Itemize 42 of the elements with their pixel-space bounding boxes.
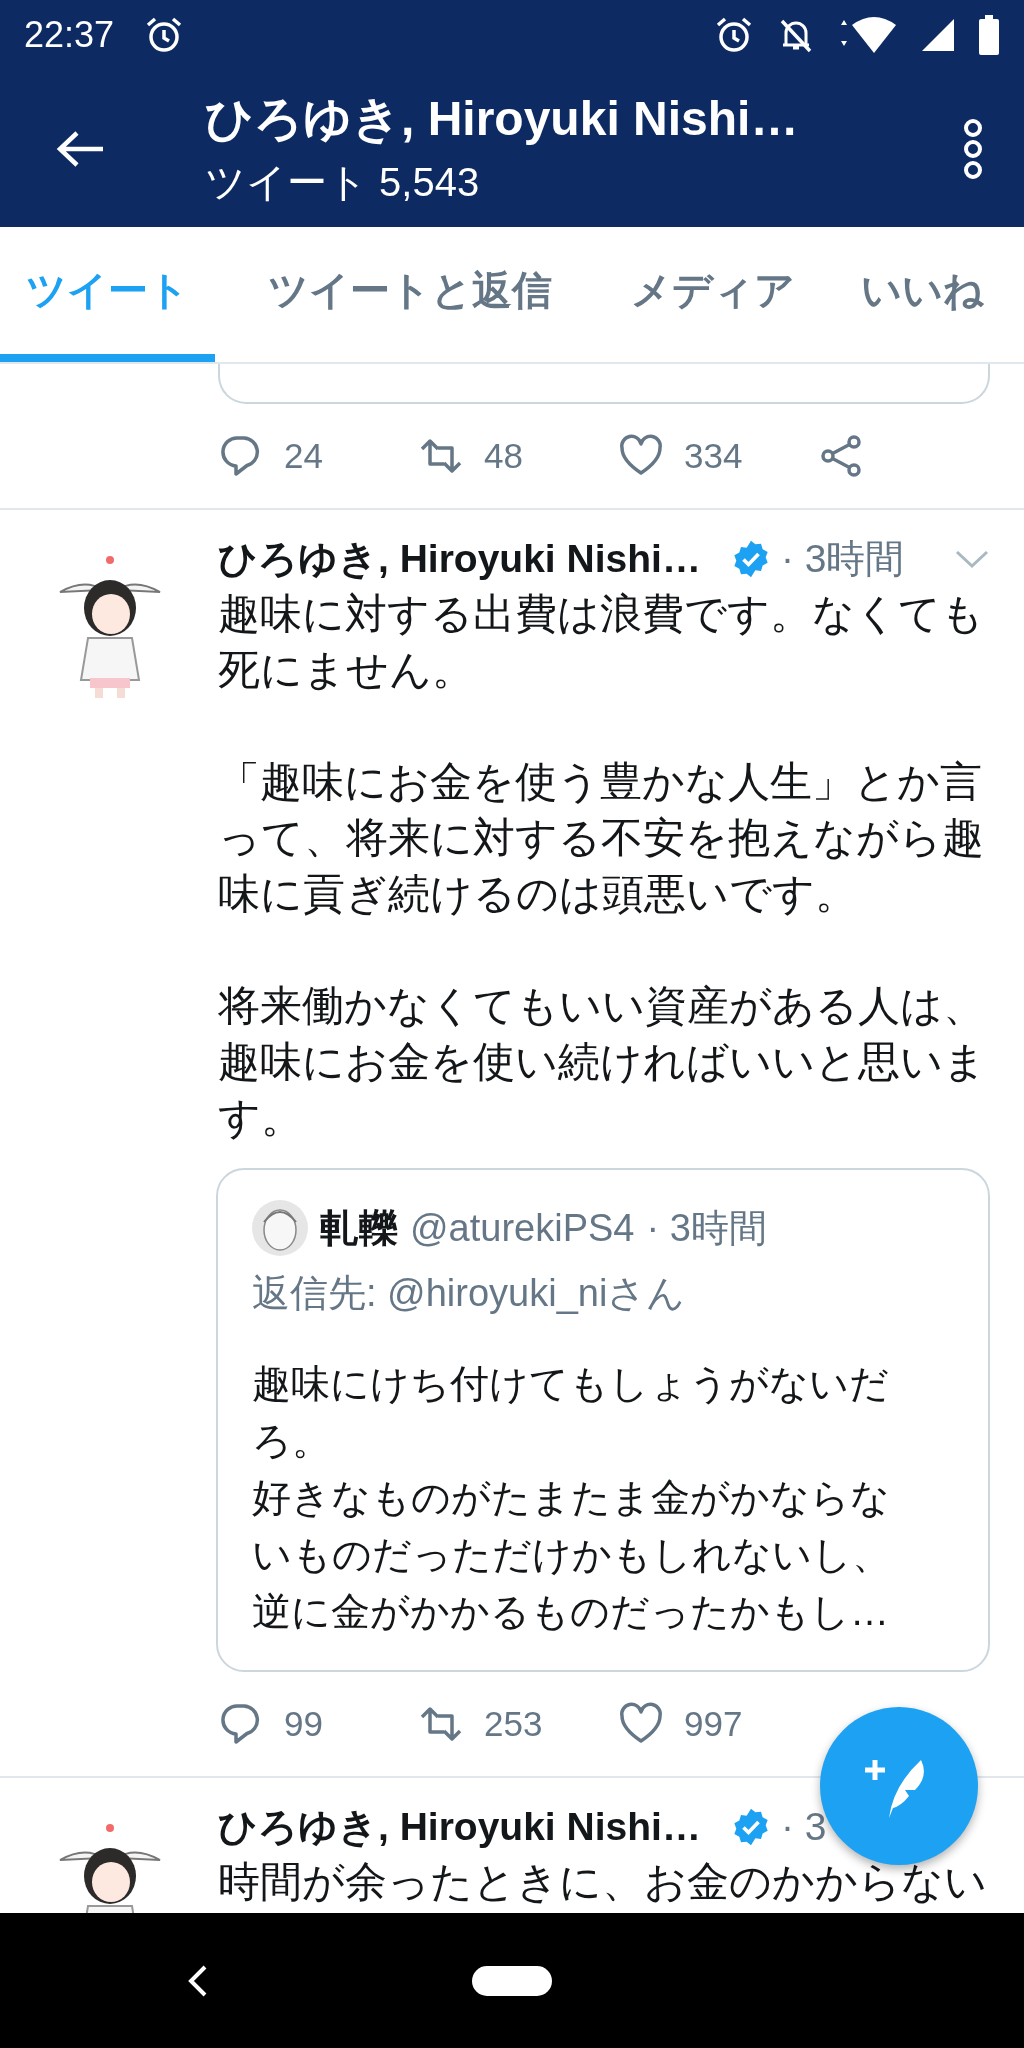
more-options-icon[interactable] xyxy=(962,118,984,179)
author-name: ひろゆき, Hiroyuki Nishi… xyxy=(218,1804,701,1850)
back-arrow-icon[interactable] xyxy=(55,128,105,169)
retweet-count: 253 xyxy=(484,1704,543,1744)
tweet-time: · 3時間 xyxy=(780,536,905,582)
like-count: 997 xyxy=(684,1704,743,1744)
reply-count: 99 xyxy=(284,1704,323,1744)
tweet-text: 趣味に対する出費は浪費です。なくても死にません。 xyxy=(218,589,985,695)
like-button[interactable]: 997 xyxy=(618,1701,818,1747)
wifi-icon xyxy=(838,15,898,55)
quoted-tweet-text: 逆に金がかかるものだったかもし… xyxy=(252,1589,890,1635)
reply-count: 24 xyxy=(284,436,323,476)
reply-to-label: 返信先: @hiroyuki_niさん xyxy=(252,1271,687,1316)
tab[interactable]: いいね xyxy=(820,227,1024,362)
tweet-count: ツイート 5,543 xyxy=(205,159,481,206)
tab[interactable]: メディア xyxy=(605,227,820,362)
tweet-text: 時間が余ったときに、お金のかからない xyxy=(218,1857,988,1907)
author-name: 軋轢 xyxy=(320,1205,398,1251)
tweet-time: · 3 xyxy=(780,1805,827,1849)
retweet-button[interactable]: 253 xyxy=(418,1701,618,1747)
like-count: 334 xyxy=(684,436,743,476)
profile-title: ひろゆき, Hiroyuki Nishi… xyxy=(205,91,800,147)
tab[interactable]: ツイートと返信 xyxy=(215,227,605,362)
retweet-count: 48 xyxy=(484,436,523,476)
tweet-time: · 3時間 xyxy=(646,1205,767,1251)
share-icon[interactable] xyxy=(818,433,864,479)
tab[interactable]: ツイート xyxy=(0,227,215,362)
quoted-tweet-card[interactable]: 軋轢 @aturekiPS4 · 3時間 返信先: @hiroyuki_niさん 趣味にけち付けてもしょうがないだろ。 好きなものがたまたま金がかならないものだっただけかもしれないし、 逆に金がかかるものだったかもし… xyxy=(216,1168,990,1672)
like-button[interactable]: 334 xyxy=(618,433,818,479)
status-time: 22:37 xyxy=(24,14,115,56)
author-name: ひろゆき, Hiroyuki Nishi… xyxy=(218,536,701,582)
tweet-text: 「趣味にお金を使う豊かな人生」とか言って、将来に対する不安を抱えながら趣味に貢ぎ続けるのは頭悪いです。 xyxy=(218,757,985,919)
tweet-text: 将来働かなくてもいい資産がある人は、趣味にお金を使い続ければいいと思います。 xyxy=(218,981,987,1143)
quoted-tweet-text: 好きなものがたまたま金がかならないものだっただけかもしれないし、 xyxy=(252,1475,892,1578)
alarm-icon xyxy=(714,15,754,55)
battery-icon xyxy=(978,15,1000,55)
home-button[interactable] xyxy=(472,1965,552,1996)
quoted-tweet-text: 趣味にけち付けてもしょうがないだろ。 xyxy=(252,1361,890,1464)
retweet-button[interactable]: 48 xyxy=(418,433,618,479)
reply-button[interactable]: 99 xyxy=(218,1701,418,1747)
author-handle: @aturekiPS4 xyxy=(410,1206,635,1250)
reply-button[interactable]: 24 xyxy=(218,433,418,479)
